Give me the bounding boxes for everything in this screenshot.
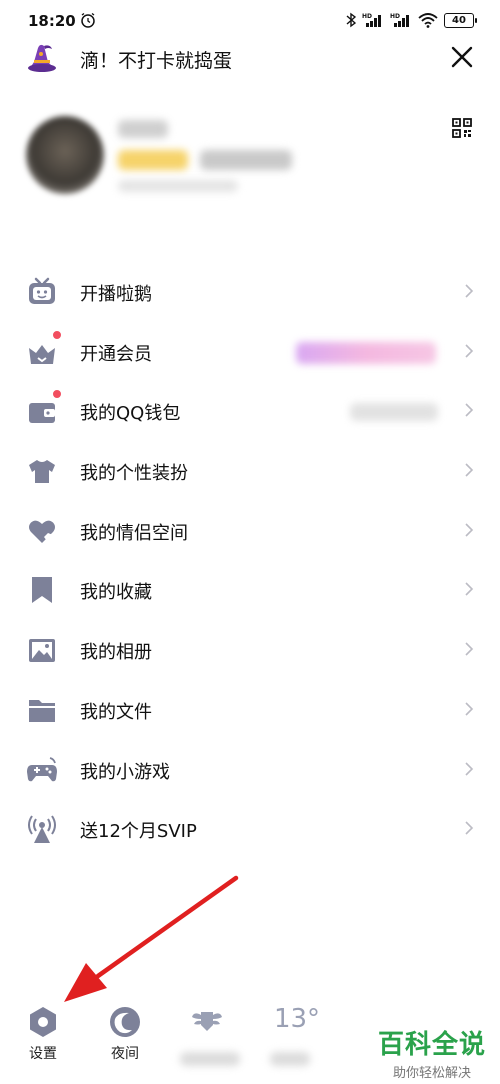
tv-icon [29,277,55,304]
wallet-balance-blurred [350,403,438,422]
avatar[interactable] [26,116,104,194]
heart-icon [29,520,55,543]
signal-icon: HD [362,13,381,27]
battery-indicator: 40 [444,12,477,28]
menu-label: 我的收藏 [80,582,152,604]
menu-label: 送12个月SVIP [80,821,197,843]
menu-label: 开播啦鹅 [80,284,152,305]
svg-text:HD: HD [362,13,372,20]
header: 滴！不打卡就捣蛋 [0,36,500,80]
menu-item-vip[interactable]: 开通会员 [0,322,500,382]
signature-blurred [118,180,238,192]
bluetooth-icon [346,12,356,28]
menu-label: 我的文件 [80,701,152,723]
wizard-hat-icon[interactable] [24,40,60,76]
night-mode-label: 夜间 [111,1046,139,1062]
menu-list: 开播啦鹅 开通会员 我的QQ钱包 我的个性装扮 我的情侣空间 我的收藏 我的相册… [0,262,500,859]
temperature-label: 13° [273,1004,321,1034]
chevron-right-icon [465,284,474,298]
menu-item-wallet[interactable]: 我的QQ钱包 [0,381,500,441]
status-bar: 18:20 HD HD 40 [0,0,500,40]
menu-label: 我的小游戏 [80,761,170,783]
winged-shield-icon [192,1012,222,1031]
menu-item-favorites[interactable]: 我的收藏 [0,560,500,620]
menu-item-album[interactable]: 我的相册 [0,620,500,680]
chevron-right-icon [465,642,474,656]
chevron-right-icon [465,702,474,716]
status-indicators: HD HD 40 [346,12,477,28]
moon-icon [110,1007,140,1037]
chevron-right-icon [465,761,474,776]
settings-button[interactable]: 设置 [8,1000,78,1080]
wifi-icon [418,13,438,28]
chevron-right-icon [465,523,474,537]
menu-item-games[interactable]: 我的小游戏 [0,740,500,800]
menu-item-couple[interactable]: 我的情侣空间 [0,501,500,561]
bookmark-icon [32,577,52,604]
signal-icon-2: HD [390,13,409,27]
nickname-blurred [118,120,168,138]
weather-label-blurred [270,1052,310,1066]
watermark: 百科全说 助你轻松解决 [378,1024,486,1081]
menu-label: 我的情侣空间 [80,522,188,544]
vip-promo-blurred[interactable] [296,341,436,364]
menu-item-svip-gift[interactable]: 送12个月SVIP [0,799,500,859]
notification-dot [52,389,62,400]
folder-icon [29,699,55,722]
annotation-arrow [64,875,239,1002]
menu-label: 我的个性装扮 [80,463,188,485]
watermark-title: 百科全说 [377,1030,486,1060]
settings-hexagon-icon [30,1007,56,1037]
bottom-bar: 设置 夜间 13° 百科全说 助你轻松解决 [0,1000,500,1084]
menu-item-dressup[interactable]: 我的个性装扮 [0,441,500,501]
menu-label: 我的QQ钱包 [80,403,181,425]
chevron-right-icon [465,582,474,597]
watermark-subtitle: 助你轻松解决 [392,1066,471,1081]
shirt-icon [29,460,55,484]
chevron-right-icon [465,344,474,358]
svg-text:HD: HD [390,13,400,20]
alarm-icon [81,12,95,28]
menu-item-live[interactable]: 开播啦鹅 [0,262,500,322]
level-icons-blurred [200,150,292,170]
status-time: 18:20 [28,12,76,30]
chevron-right-icon [465,463,474,477]
gamepad-icon [27,756,57,781]
menu-label: 我的相册 [80,642,152,664]
photo-album-icon [29,639,55,663]
notification-dot [52,329,62,340]
vip-crown-icon [29,344,55,364]
wallet-icon [29,403,55,424]
broadcast-icon [28,815,56,844]
pet-label-blurred [180,1052,240,1066]
header-title: 滴！不打卡就捣蛋 [80,50,233,72]
level-badge-blurred[interactable] [118,150,188,170]
pet-button[interactable] [172,1000,242,1080]
chevron-right-icon [465,403,474,417]
night-mode-button[interactable]: 夜间 [90,1000,160,1080]
qr-code-icon[interactable] [452,118,472,138]
settings-label: 设置 [29,1046,57,1062]
menu-label: 开通会员 [80,343,152,365]
weather-button[interactable]: 13° [262,1000,332,1080]
close-icon[interactable] [450,45,474,69]
menu-item-files[interactable]: 我的文件 [0,680,500,740]
chevron-right-icon [465,821,474,835]
